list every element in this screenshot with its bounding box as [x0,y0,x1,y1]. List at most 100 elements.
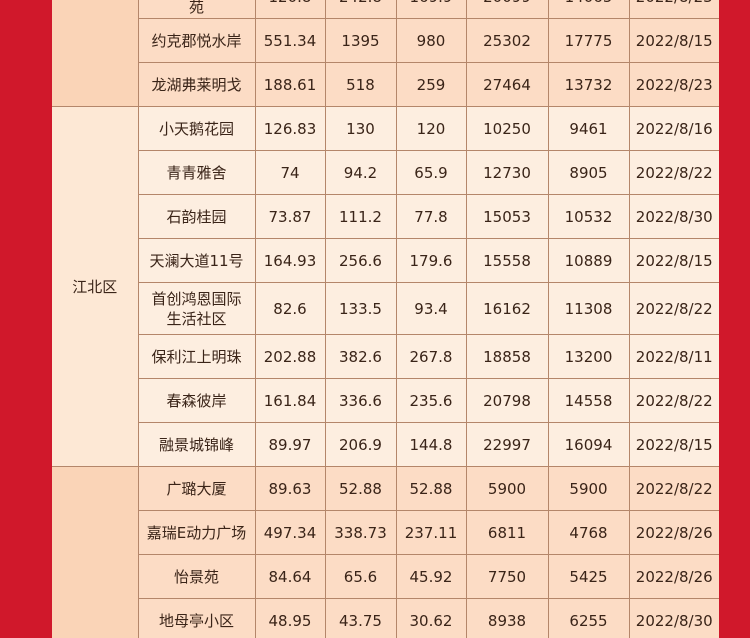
value-2-cell: 336.6 [324,378,397,423]
value-5-cell: 16094 [547,422,630,467]
value-3-cell: 45.92 [395,554,467,599]
listing-table: 恒大世纪城北苑120.8242.8169.920099140652022/8/2… [52,0,719,638]
value-3-cell: 980 [395,18,467,63]
table-row: 江北区 小天鹅花园 126.83 130 120 10250 9461 2022/8/16 [52,106,719,467]
value-1-cell: 120.8 [254,0,326,19]
date-cell: 2022/8/22 [628,150,719,195]
table-row: 约克郡悦水岸 551.34 1395 980 25302 17775 2022/8/15 [52,18,719,63]
date-cell: 2022/8/16 [628,106,719,151]
value-5-cell: 5425 [547,554,630,599]
value-3-cell: 93.4 [395,282,467,335]
value-4-cell: 27464 [465,62,549,107]
table-row: 嘉瑞E动力广场 497.34 338.73 237.11 6811 4768 2022/8/… [52,510,719,555]
value-3-cell: 77.8 [395,194,467,239]
value-1-cell: 126.83 [254,106,326,151]
community-name-cell: 天澜大道11号 [137,238,256,283]
value-5-cell: 13200 [547,334,630,379]
value-3-cell: 52.88 [395,466,467,511]
value-4-cell: 22997 [465,422,549,467]
date-cell: 2022/8/15 [628,238,719,283]
date-cell: 2022/8/23 [628,62,719,107]
value-1-cell: 202.88 [254,334,326,379]
value-5-cell: 8905 [547,150,630,195]
community-name-cell: 约克郡悦水岸 [137,18,256,63]
value-2-cell: 338.73 [324,510,397,555]
date-cell: 2022/8/22 [628,282,719,335]
value-2-cell: 111.2 [324,194,397,239]
value-3-cell: 144.8 [395,422,467,467]
value-2-cell: 242.8 [324,0,397,19]
value-1-cell: 161.84 [254,378,326,423]
value-1-cell: 74 [254,150,326,195]
table-row: 天澜大道11号 164.93 256.6 179.6 15558 10889 2022/8/… [52,238,719,283]
value-2-cell: 65.6 [324,554,397,599]
value-3-cell: 267.8 [395,334,467,379]
table-row: 石韵桂园 73.87 111.2 77.8 15053 10532 2022/8/30 [52,194,719,239]
value-5-cell: 9461 [547,106,630,151]
community-name-cell: 石韵桂园 [137,194,256,239]
community-name-cell: 首创鸿恩国际生活社区 [137,282,256,335]
value-1-cell: 84.64 [254,554,326,599]
value-4-cell: 10250 [465,106,549,151]
date-cell: 2022/8/15 [628,18,719,63]
value-5-cell: 6255 [547,598,630,638]
value-2-cell: 206.9 [324,422,397,467]
table-row: 首创鸿恩国际生活社区 82.6 133.5 93.4 16162 11308 2022/8/… [52,282,719,335]
value-5-cell: 13732 [547,62,630,107]
table-row: 龙湖弗莱明戈 188.61 518 259 27464 13732 2022/8/23 [52,62,719,107]
value-1-cell: 188.61 [254,62,326,107]
community-name-cell: 保利江上明珠 [137,334,256,379]
value-3-cell: 65.9 [395,150,467,195]
date-cell: 2022/8/30 [628,598,719,638]
community-name-cell: 龙湖弗莱明戈 [137,62,256,107]
date-cell: 2022/8/15 [628,422,719,467]
value-1-cell: 89.97 [254,422,326,467]
community-name-cell: 广璐大厦 [137,466,256,511]
listing-table-container: 恒大世纪城北苑120.8242.8169.920099140652022/8/2… [52,0,719,638]
community-name-cell: 青青雅舍 [137,150,256,195]
table-row: 春森彼岸 161.84 336.6 235.6 20798 14558 2022/8/22 [52,378,719,423]
table-row: 青青雅舍 74 94.2 65.9 12730 8905 2022/8/22 [52,150,719,195]
value-1-cell: 89.63 [254,466,326,511]
value-2-cell: 133.5 [324,282,397,335]
community-name-cell: 春森彼岸 [137,378,256,423]
table-row: 广璐大厦 89.63 52.88 52.88 5900 5900 2022/8/22 [52,466,719,638]
community-name-cell: 嘉瑞E动力广场 [137,510,256,555]
date-cell: 2022/8/22 [628,378,719,423]
community-name-cell: 怡景苑 [137,554,256,599]
value-3-cell: 120 [395,106,467,151]
value-4-cell: 20798 [465,378,549,423]
community-name-cell: 恒大世纪城北苑 [137,0,256,19]
value-1-cell: 73.87 [254,194,326,239]
value-5-cell: 10532 [547,194,630,239]
date-cell: 2022/8/22 [628,466,719,511]
value-2-cell: 130 [324,106,397,151]
value-5-cell: 4768 [547,510,630,555]
value-1-cell: 164.93 [254,238,326,283]
value-2-cell: 518 [324,62,397,107]
value-3-cell: 169.9 [395,0,467,19]
table-row: 恒大世纪城北苑120.8242.8169.920099140652022/8/2… [52,0,719,107]
value-4-cell: 25302 [465,18,549,63]
value-3-cell: 30.62 [395,598,467,638]
value-4-cell: 15053 [465,194,549,239]
table-row: 怡景苑 84.64 65.6 45.92 7750 5425 2022/8/26 [52,554,719,599]
value-4-cell: 5900 [465,466,549,511]
value-5-cell: 10889 [547,238,630,283]
district-cell [52,0,139,107]
community-name-cell: 融景城锦峰 [137,422,256,467]
value-3-cell: 235.6 [395,378,467,423]
value-2-cell: 382.6 [324,334,397,379]
table-row: 地母亭小区 48.95 43.75 30.62 8938 6255 2022/8/30 [52,598,719,638]
value-5-cell: 14558 [547,378,630,423]
value-4-cell: 7750 [465,554,549,599]
date-cell: 2022/8/30 [628,194,719,239]
value-5-cell: 11308 [547,282,630,335]
value-1-cell: 82.6 [254,282,326,335]
value-4-cell: 15558 [465,238,549,283]
district-cell: 江北区 [52,106,139,467]
value-2-cell: 52.88 [324,466,397,511]
value-4-cell: 8938 [465,598,549,638]
value-4-cell: 18858 [465,334,549,379]
date-cell: 2022/8/26 [628,554,719,599]
